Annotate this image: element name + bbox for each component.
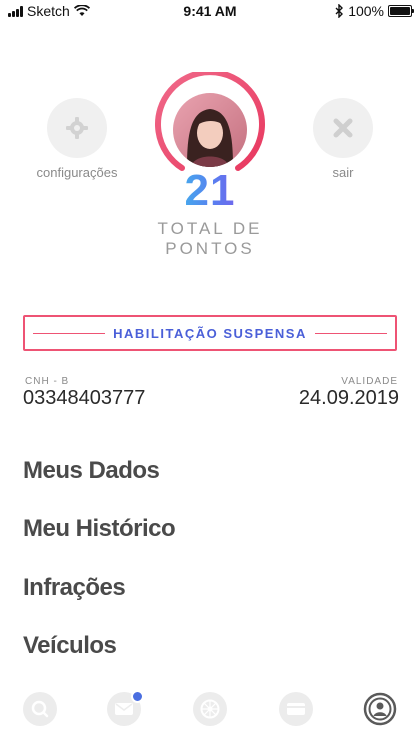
license-status: HABILITAÇÃO SUSPENSA (105, 325, 315, 341)
cnh-label: CNH - B (25, 376, 70, 387)
battery-percentage: 100% (348, 3, 384, 19)
menu-item-veiculos[interactable]: Veículos (23, 632, 117, 660)
tab-messages[interactable] (107, 690, 144, 726)
total-points-label: TOTAL DE PONTOS (130, 219, 290, 259)
close-icon (333, 118, 353, 138)
tab-profile[interactable] (363, 692, 397, 726)
search-icon (31, 700, 49, 718)
gear-icon (66, 117, 88, 139)
notification-badge (131, 690, 144, 703)
total-points: 21 (160, 166, 260, 216)
status-bar: Sketch 9:41 AM 100% (0, 0, 420, 24)
mail-icon (115, 703, 133, 715)
tab-wallet[interactable] (279, 692, 313, 726)
status-right: 100% (335, 3, 414, 19)
menu-item-meus-dados[interactable]: Meus Dados (23, 457, 160, 485)
exit-label: sair (332, 165, 354, 180)
menu-item-meu-historico[interactable]: Meu Histórico (23, 515, 176, 543)
steering-wheel-icon (200, 699, 220, 719)
total-points-label-text: TOTAL DE PONTOS (157, 219, 263, 258)
cnh-number: 03348403777 (23, 387, 146, 409)
tab-driving[interactable] (193, 692, 227, 726)
menu-item-infracoes[interactable]: Infrações (23, 574, 126, 602)
bluetooth-icon (335, 4, 344, 18)
wallet-icon (287, 703, 305, 715)
battery-icon (388, 5, 414, 17)
settings-label: configurações (36, 165, 118, 180)
exit-button[interactable] (313, 98, 373, 158)
validity-date: 24.09.2019 (298, 387, 399, 409)
avatar[interactable] (173, 93, 247, 167)
license-status-banner: HABILITAÇÃO SUSPENSA (23, 315, 397, 351)
profile-icon (363, 692, 397, 726)
validity-label: VALIDADE (341, 376, 398, 387)
settings-button[interactable] (47, 98, 107, 158)
tab-search[interactable] (23, 692, 57, 726)
battery-level (390, 7, 410, 15)
